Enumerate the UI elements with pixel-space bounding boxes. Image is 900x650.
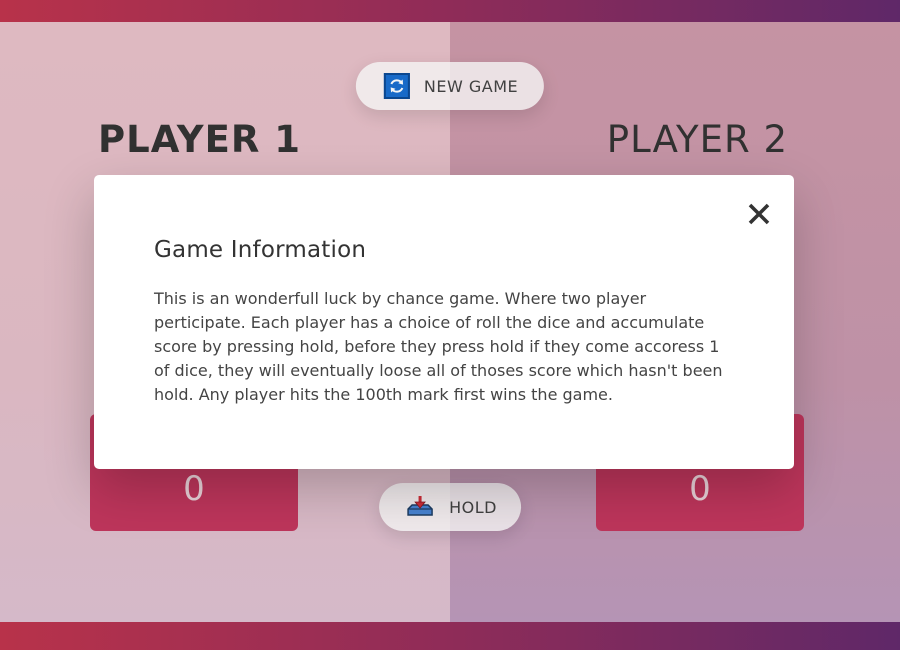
close-button[interactable]: [744, 199, 774, 229]
modal-title: Game Information: [154, 237, 367, 263]
game-info-modal: Game Information This is an wonderfull l…: [94, 175, 794, 469]
modal-text: This is an wonderfull luck by chance gam…: [154, 289, 723, 404]
close-icon: [748, 203, 770, 225]
